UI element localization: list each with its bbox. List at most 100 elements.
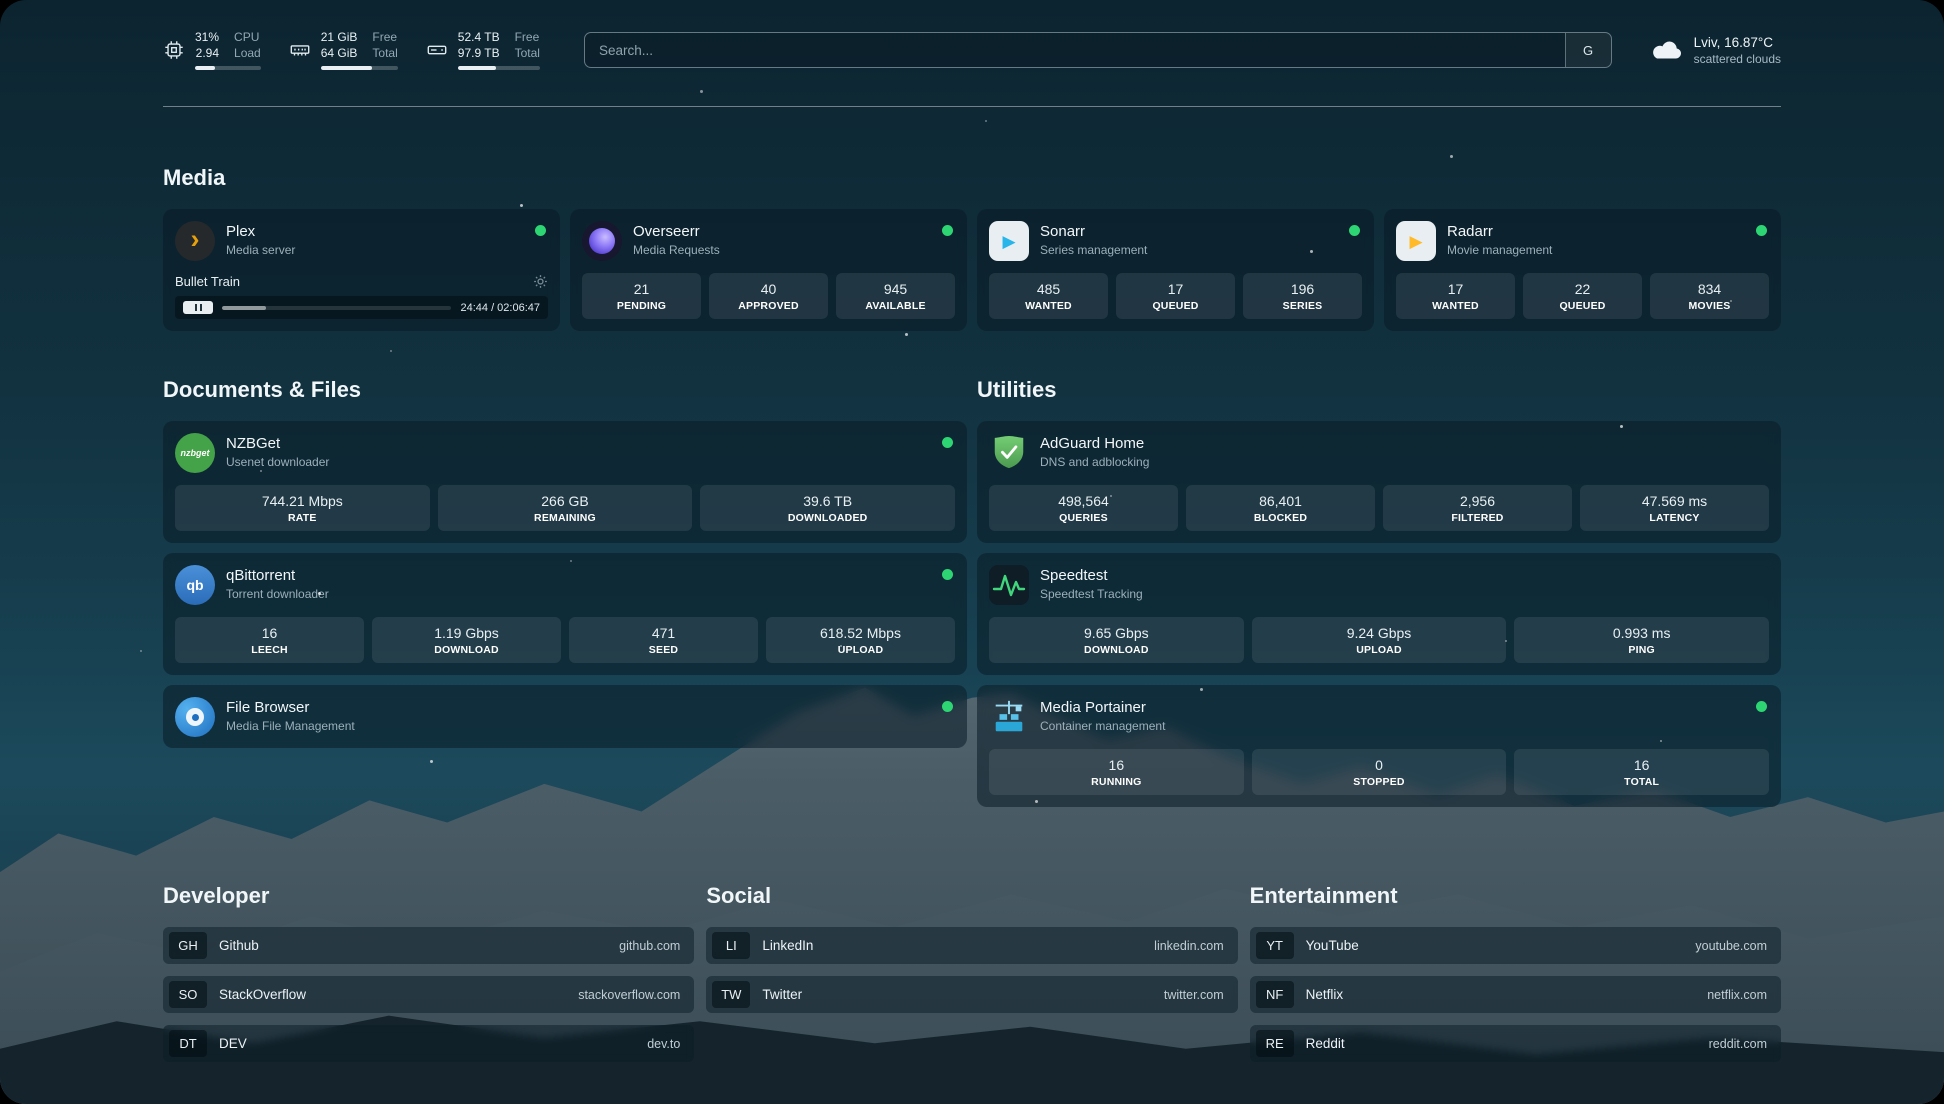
gear-icon[interactable] [533, 274, 548, 289]
stat-value: 16 [993, 757, 1240, 773]
app-subtitle: Media Requests [633, 243, 720, 257]
section-title-utilities: Utilities [977, 377, 1781, 403]
speedtest-icon [989, 565, 1029, 605]
stat-blocked: 86,401 BLOCKED [1186, 485, 1375, 531]
app-card-speedtest[interactable]: Speedtest Speedtest Tracking 9.65 Gbps D… [977, 553, 1781, 675]
playback-track[interactable] [222, 306, 451, 310]
app-card-filebrowser[interactable]: File Browser Media File Management [163, 685, 967, 748]
stat-value: 39.6 TB [704, 493, 951, 509]
pause-button[interactable] [183, 301, 213, 314]
stat-value: 22 [1527, 281, 1638, 297]
cpu-label: CPU [234, 30, 261, 46]
stat-wanted: 17 WANTED [1396, 273, 1515, 319]
stat-ping: 0.993 ms PING [1514, 617, 1769, 663]
filebrowser-icon [175, 697, 215, 737]
app-card-portainer[interactable]: Media Portainer Container management 16 … [977, 685, 1781, 807]
youtube-chip-icon: YT [1256, 932, 1294, 959]
bookmark-netflix[interactable]: NF Netflix netflix.com [1250, 976, 1781, 1013]
stat-queued: 22 QUEUED [1523, 273, 1642, 319]
bookmark-youtube[interactable]: YT YouTube youtube.com [1250, 927, 1781, 964]
stat-value: 86,401 [1190, 493, 1371, 509]
stat-total: 16 TOTAL [1514, 749, 1769, 795]
stat-value: 485 [993, 281, 1104, 297]
bookmark-url: netflix.com [1707, 988, 1767, 1002]
stat-label: DOWNLOAD [376, 644, 557, 656]
cpu-icon [163, 39, 185, 61]
stat-value: 17 [1400, 281, 1511, 297]
cloud-icon [1648, 35, 1684, 65]
app-subtitle: Usenet downloader [226, 455, 329, 469]
github-chip-icon: GH [169, 932, 207, 959]
section-title-entertainment: Entertainment [1250, 883, 1781, 909]
disk-progress-bar [458, 66, 540, 70]
weather-condition: scattered clouds [1694, 52, 1781, 66]
stat-remaining: 266 GB REMAINING [438, 485, 693, 531]
app-name: File Browser [226, 699, 355, 716]
bookmark-name: Github [219, 938, 259, 953]
stat-stopped: 0 STOPPED [1252, 749, 1507, 795]
stat-value: 1.19 Gbps [376, 625, 557, 641]
stat-label: RATE [179, 512, 426, 524]
app-card-radarr[interactable]: ▶ Radarr Movie management 17 WANTED [1384, 209, 1781, 331]
bookmark-linkedin[interactable]: LI LinkedIn linkedin.com [706, 927, 1237, 964]
app-card-plex[interactable]: › Plex Media server Bullet Train [163, 209, 560, 331]
stat-label: QUERIES [993, 512, 1174, 524]
playback-bar[interactable]: 24:44 / 02:06:47 [175, 296, 548, 319]
app-card-nzbget[interactable]: nzbget NZBGet Usenet downloader 744.21 M… [163, 421, 967, 543]
cpu-load-label: Load [234, 46, 261, 62]
bookmark-name: YouTube [1306, 938, 1359, 953]
dev-to-chip-icon: DT [169, 1030, 207, 1057]
app-card-overseerr[interactable]: Overseerr Media Requests 21 PENDING 40 A… [570, 209, 967, 331]
stat-label: TOTAL [1518, 776, 1765, 788]
search-engine-button[interactable]: G [1565, 33, 1611, 67]
bookmark-url: reddit.com [1709, 1037, 1767, 1051]
app-subtitle: Speedtest Tracking [1040, 587, 1143, 601]
stat-upload: 9.24 Gbps UPLOAD [1252, 617, 1507, 663]
stat-value: 744.21 Mbps [179, 493, 426, 509]
section-developer: Developer GH Github github.com SO StackO… [163, 883, 694, 1074]
bookmark-dev-to[interactable]: DT DEV dev.to [163, 1025, 694, 1062]
bookmark-github[interactable]: GH Github github.com [163, 927, 694, 964]
stat-wanted: 485 WANTED [989, 273, 1108, 319]
stat-download: 9.65 Gbps DOWNLOAD [989, 617, 1244, 663]
search-bar: G [584, 32, 1612, 68]
stat-label: WANTED [1400, 300, 1511, 312]
section-social: Social LI LinkedIn linkedin.com TW Twitt… [706, 883, 1237, 1074]
app-card-adguard[interactable]: AdGuard Home DNS and adblocking 498,564 … [977, 421, 1781, 543]
cpu-usage-widget: 31% 2.94 CPU Load [163, 30, 261, 70]
cpu-percent: 31% [195, 30, 219, 46]
portainer-icon [989, 697, 1029, 737]
netflix-chip-icon: NF [1256, 981, 1294, 1008]
stat-series: 196 SERIES [1243, 273, 1362, 319]
section-utilities: Utilities [977, 377, 1781, 817]
stat-label: UPLOAD [1256, 644, 1503, 656]
disk-free-label: Free [515, 30, 540, 46]
app-name: Media Portainer [1040, 699, 1165, 716]
app-subtitle: DNS and adblocking [1040, 455, 1149, 469]
stackoverflow-chip-icon: SO [169, 981, 207, 1008]
playback-time: 24:44 / 02:06:47 [460, 302, 540, 314]
search-input[interactable] [585, 33, 1565, 67]
bookmark-reddit[interactable]: RE Reddit reddit.com [1250, 1025, 1781, 1062]
bookmark-stackoverflow[interactable]: SO StackOverflow stackoverflow.com [163, 976, 694, 1013]
sonarr-play-glyph: ▶ [1002, 233, 1015, 250]
stat-label: LATENCY [1584, 512, 1765, 524]
stat-value: 16 [1518, 757, 1765, 773]
stat-value: 47.569 ms [1584, 493, 1765, 509]
stat-value: 945 [840, 281, 951, 297]
app-card-qbittorrent[interactable]: qb qBittorrent Torrent downloader 16 LEE… [163, 553, 967, 675]
app-card-sonarr[interactable]: ▶ Sonarr Series management 485 WANTED [977, 209, 1374, 331]
reddit-chip-icon: RE [1256, 1030, 1294, 1057]
bookmark-twitter[interactable]: TW Twitter twitter.com [706, 976, 1237, 1013]
top-bar: 31% 2.94 CPU Load [163, 30, 1781, 70]
stat-value: 498,564 [993, 493, 1174, 509]
app-name: Radarr [1447, 223, 1552, 240]
ram-usage-widget: 21 GiB 64 GiB Free Total [289, 30, 398, 70]
app-name: AdGuard Home [1040, 435, 1149, 452]
bookmark-name: LinkedIn [762, 938, 813, 953]
app-subtitle: Torrent downloader [226, 587, 329, 601]
radarr-icon: ▶ [1396, 221, 1436, 261]
ram-total: 64 GiB [321, 46, 358, 62]
stat-filtered: 2,956 FILTERED [1383, 485, 1572, 531]
stat-label: WANTED [993, 300, 1104, 312]
